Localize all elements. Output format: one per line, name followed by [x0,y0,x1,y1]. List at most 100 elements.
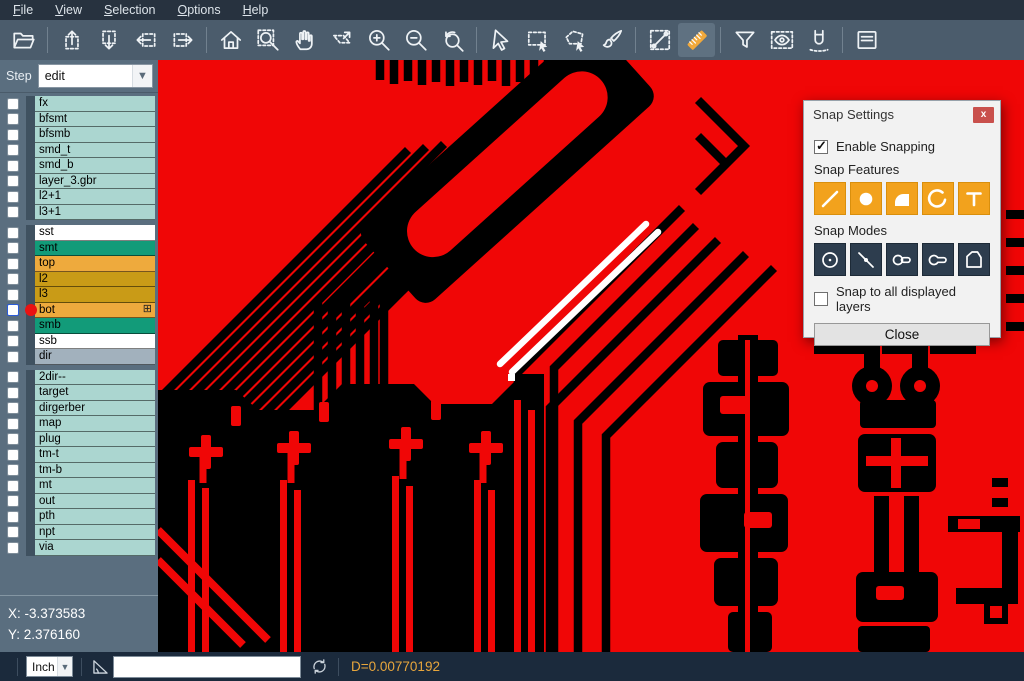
layer-checkbox-mt[interactable] [7,480,19,492]
snap-mode-corner-button[interactable] [958,243,990,276]
layer-name-target[interactable]: target [35,385,155,401]
shift-view-up-button[interactable] [53,23,90,57]
zoom-home-button[interactable] [212,23,249,57]
pan-button[interactable] [286,23,323,57]
layer-name-2dir--[interactable]: 2dir-- [35,370,155,386]
grid-icon[interactable]: ⊞ [143,304,152,315]
snap-mode-slot-button[interactable] [886,243,918,276]
layer-checkbox-plug[interactable] [7,433,19,445]
log-panel-button[interactable] [848,23,885,57]
shift-view-left-button[interactable] [127,23,164,57]
layer-name-npt[interactable]: npt [35,525,155,541]
layer-name-tm-t[interactable]: tm-t [35,447,155,463]
layer-checkbox-l3[interactable] [7,289,19,301]
layer-name-bot[interactable]: bot⊞ [35,303,155,319]
layer-name-mt[interactable]: mt [35,478,155,494]
clear-selection-button[interactable] [593,23,630,57]
ruler-button[interactable] [678,23,715,57]
snap-feature-line-button[interactable] [814,182,846,215]
layer-checkbox-out[interactable] [7,495,19,507]
layer-name-smd_t[interactable]: smd_t [35,143,155,159]
menu-selection[interactable]: Selection [93,1,166,19]
layer-checkbox-l3+1[interactable] [7,206,19,218]
measure-input[interactable] [113,656,301,678]
layer-name-smd_b[interactable]: smd_b [35,158,155,174]
snap-button[interactable] [800,23,837,57]
layer-name-l2+1[interactable]: l2+1 [35,189,155,205]
zoom-area-button[interactable] [249,23,286,57]
dialog-titlebar[interactable]: Snap Settings x [804,101,1000,126]
zoom-previous-button[interactable] [434,23,471,57]
layer-checkbox-top[interactable] [7,258,19,270]
layer-checkbox-smd_t[interactable] [7,144,19,156]
snap-feature-text-button[interactable] [958,182,990,215]
layer-checkbox-via[interactable] [7,542,19,554]
layer-name-dir[interactable]: dir [35,349,155,365]
layer-checkbox-dirgerber[interactable] [7,402,19,414]
snap-mode-center-button[interactable] [814,243,846,276]
menu-view[interactable]: View [44,1,93,19]
layer-name-pth[interactable]: pth [35,509,155,525]
layer-name-tm-b[interactable]: tm-b [35,463,155,479]
rect-select-button[interactable] [519,23,556,57]
show-hide-button[interactable] [763,23,800,57]
zoom-in-button[interactable] [360,23,397,57]
layer-name-plug[interactable]: plug [35,432,155,448]
measure-line-button[interactable] [641,23,678,57]
layer-checkbox-map[interactable] [7,418,19,430]
layer-name-ssb[interactable]: ssb [35,334,155,350]
menu-file[interactable]: File [2,1,44,19]
step-select[interactable]: edit ▼ [38,64,153,88]
layer-checkbox-smt[interactable] [7,242,19,254]
zoom-out-button[interactable] [397,23,434,57]
snap-all-layers-checkbox[interactable] [814,292,828,306]
layer-checkbox-l2[interactable] [7,273,19,285]
shift-view-right-button[interactable] [164,23,201,57]
layer-checkbox-sst[interactable] [7,227,19,239]
layer-name-l3+1[interactable]: l3+1 [35,205,155,221]
layer-name-layer_3.gbr[interactable]: layer_3.gbr [35,174,155,190]
layer-name-via[interactable]: via [35,540,155,556]
snap-feature-arc-button[interactable] [922,182,954,215]
layer-checkbox-dir[interactable] [7,351,19,363]
layer-checkbox-l2+1[interactable] [7,191,19,203]
layer-name-top[interactable]: top [35,256,155,272]
menu-options[interactable]: Options [166,1,231,19]
enable-snapping-checkbox[interactable] [814,140,828,154]
layer-checkbox-npt[interactable] [7,526,19,538]
layer-checkbox-smd_b[interactable] [7,160,19,172]
layer-checkbox-smb[interactable] [7,320,19,332]
sync-icon[interactable] [309,656,330,677]
close-icon[interactable]: x [973,107,994,123]
layer-name-map[interactable]: map [35,416,155,432]
unit-select[interactable]: Inch ▼ [26,656,73,677]
filter-button[interactable] [726,23,763,57]
layer-checkbox-bfsmt[interactable] [7,113,19,125]
layer-checkbox-target[interactable] [7,387,19,399]
select-button[interactable] [482,23,519,57]
layer-name-fx[interactable]: fx [35,96,155,112]
layer-name-dirgerber[interactable]: dirgerber [35,401,155,417]
close-button[interactable]: Close [814,323,990,346]
layer-name-smb[interactable]: smb [35,318,155,334]
layer-checkbox-tm-b[interactable] [7,464,19,476]
layer-checkbox-2dir--[interactable] [7,371,19,383]
layer-name-bfsmb[interactable]: bfsmb [35,127,155,143]
drag-zoom-button[interactable] [323,23,360,57]
snap-feature-circle-button[interactable] [850,182,882,215]
layer-name-bfsmt[interactable]: bfsmt [35,112,155,128]
layer-checkbox-fx[interactable] [7,98,19,110]
layer-name-smt[interactable]: smt [35,241,155,257]
layer-checkbox-pth[interactable] [7,511,19,523]
poly-select-button[interactable] [556,23,593,57]
layer-name-l2[interactable]: l2 [35,272,155,288]
layer-name-sst[interactable]: sst [35,225,155,241]
open-file-button[interactable] [5,23,42,57]
snap-mode-midpoint-button[interactable] [850,243,882,276]
menu-help[interactable]: Help [232,1,280,19]
layer-name-out[interactable]: out [35,494,155,510]
layer-checkbox-bot[interactable] [7,304,19,316]
layer-checkbox-layer_3.gbr[interactable] [7,175,19,187]
snap-mode-keyhole-button[interactable] [922,243,954,276]
snap-feature-pad-button[interactable] [886,182,918,215]
